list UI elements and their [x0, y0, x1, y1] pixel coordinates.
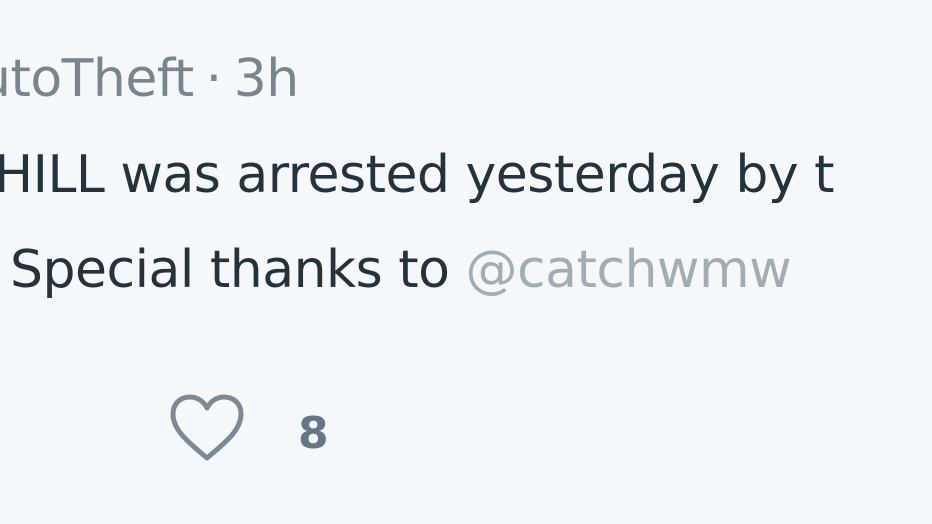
tweet-text-line-1: HILL was arrested yesterday by t	[0, 145, 835, 205]
tweet-card: utoTheft·3h HILL was arrested yesterday …	[0, 0, 932, 524]
tweet-timestamp[interactable]: 3h	[234, 49, 300, 109]
tweet-text-prefix: Special thanks to	[10, 240, 466, 300]
heart-icon[interactable]	[168, 392, 246, 464]
like-count: 8	[298, 408, 329, 459]
tweet-text-line-2: Special thanks to @catchwmw	[10, 235, 792, 305]
mention-link[interactable]: @catchwmw	[466, 240, 792, 300]
tweet-actions: 8	[168, 386, 329, 470]
tweet-header: utoTheft·3h	[0, 44, 299, 114]
author-name[interactable]: utoTheft	[0, 49, 194, 109]
header-separator: ·	[205, 49, 223, 109]
